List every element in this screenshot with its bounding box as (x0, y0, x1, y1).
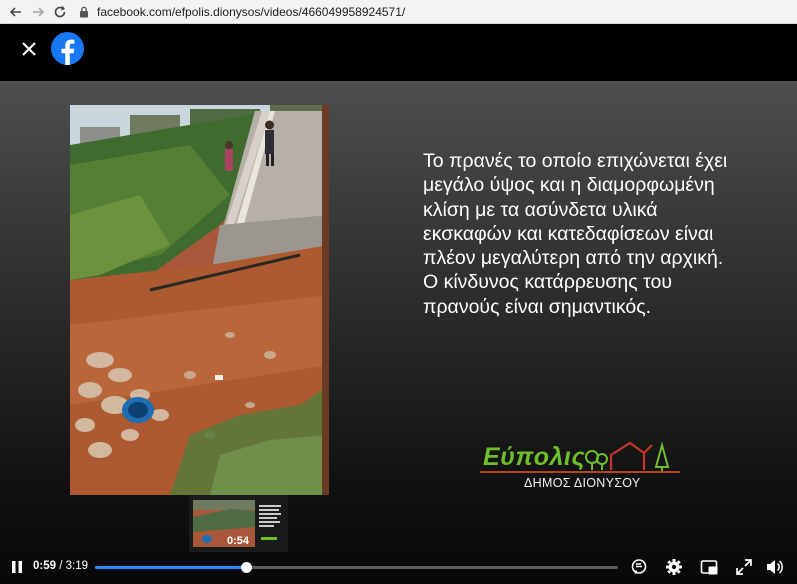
logo-wordmark: Εύπολις (483, 443, 586, 471)
progress-fill (95, 566, 247, 569)
reload-icon (54, 5, 66, 17)
pause-icon (12, 561, 22, 573)
slope-photo (70, 105, 329, 495)
captions-button[interactable] (630, 558, 648, 576)
pause-button[interactable] (9, 558, 25, 576)
picture-in-picture-button[interactable] (700, 558, 718, 576)
logo-subtitle: ΔΗΜΟΣ ΔΙΟΝΥΣΟΥ (524, 476, 641, 490)
video-stage[interactable]: Το πρανές το οποίο επιχώνεται έχει μεγάλ… (0, 81, 797, 584)
time-separator: / (56, 560, 66, 572)
logo-graphic-icon (585, 441, 670, 471)
volume-icon (767, 560, 783, 574)
duration: 3:19 (65, 560, 89, 572)
url-field[interactable]: facebook.com/efpolis.dionysos/videos/466… (77, 2, 791, 22)
arrow-left-icon (9, 6, 21, 17)
volume-button[interactable] (765, 558, 783, 576)
settings-button[interactable] (665, 558, 683, 576)
viewer-top-bar (0, 24, 797, 81)
arrow-right-icon (33, 6, 45, 17)
slide-caption: Το πρανές το οποίο επιχώνεται έχει μεγάλ… (423, 150, 728, 318)
progress-handle[interactable] (241, 562, 253, 573)
video-controls: 0:59 / 3:19 (0, 551, 797, 584)
preview-timestamp: 0:54 (227, 535, 250, 547)
reload-button[interactable] (49, 1, 71, 23)
lock-icon (77, 5, 91, 19)
fullscreen-button[interactable] (735, 558, 753, 576)
progress-bar[interactable] (95, 562, 618, 573)
efpolis-logo: Εύπολις ΔΗΜΟΣ ΔΙΟΝΥΣΟΥ (480, 435, 680, 495)
facebook-logo-icon[interactable] (51, 32, 84, 65)
forward-button[interactable] (27, 1, 49, 23)
current-time: 0:59 (33, 560, 57, 572)
time-display: 0:59 / 3:19 (33, 560, 88, 572)
close-icon (22, 42, 36, 56)
gear-icon (666, 559, 682, 575)
picture-in-picture-icon (700, 560, 718, 575)
browser-address-bar: facebook.com/efpolis.dionysos/videos/466… (0, 0, 797, 24)
logo-underline (480, 471, 680, 473)
close-button[interactable] (17, 37, 41, 61)
captions-icon (631, 559, 647, 574)
fullscreen-icon (736, 559, 752, 575)
back-button[interactable] (5, 1, 27, 23)
url-text: facebook.com/efpolis.dionysos/videos/466… (97, 4, 406, 19)
